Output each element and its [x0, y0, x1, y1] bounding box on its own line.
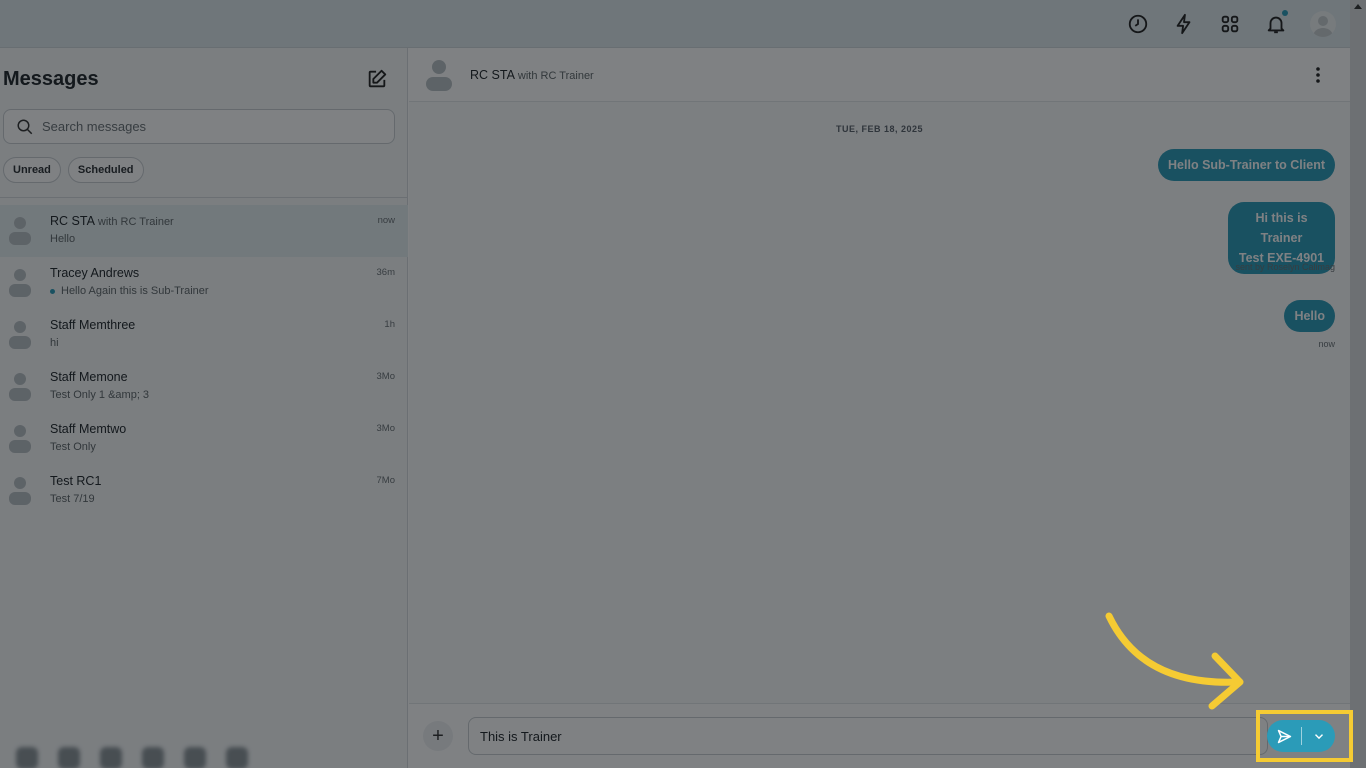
conversation-name: Tracey Andrews: [50, 266, 140, 280]
contact-avatar-icon: [9, 373, 31, 401]
contact-avatar-icon: [9, 477, 31, 505]
blurred-icon: [100, 747, 122, 768]
contact-avatar-icon: [9, 269, 31, 297]
scroll-up-arrow-icon[interactable]: [1354, 4, 1362, 9]
conversation-list: RC STA with RC Trainer Hello now Tracey A…: [0, 205, 408, 517]
lightning-icon[interactable]: [1172, 12, 1196, 36]
blurred-icon: [142, 747, 164, 768]
conversation-item[interactable]: Staff Memone Test Only 1 &amp; 3 3Mo: [0, 361, 408, 413]
conversation-time: 3Mo: [376, 371, 395, 382]
compose-icon[interactable]: [366, 68, 388, 90]
message-time: now: [1318, 339, 1335, 349]
scrollbar[interactable]: [1350, 0, 1366, 768]
conversation-name: RC STA with RC Trainer: [50, 214, 174, 228]
blurred-icon: [226, 747, 248, 768]
conversation-title: RC STA with RC Trainer: [470, 68, 594, 82]
top-icons: [1126, 0, 1336, 48]
conversation-item[interactable]: RC STA with RC Trainer Hello now: [0, 205, 408, 257]
conversation-header: RC STA with RC Trainer: [409, 48, 1350, 102]
attach-plus-button[interactable]: +: [423, 721, 453, 751]
message-meta: sent by Roselyn Calimag: [1235, 262, 1335, 272]
filter-scheduled[interactable]: Scheduled: [67, 157, 144, 183]
user-avatar[interactable]: [1310, 11, 1336, 37]
contact-avatar-icon: [9, 425, 31, 453]
conversation-preview: Hello Again this is Sub-Trainer: [50, 285, 209, 297]
blurred-icon: [16, 747, 38, 768]
blurred-icon: [58, 747, 80, 768]
blurred-toolbar: [0, 734, 262, 768]
clock-icon[interactable]: [1126, 12, 1150, 36]
chevron-down-icon: [1314, 734, 1323, 740]
search-box: [3, 109, 395, 144]
message-composer: +: [409, 703, 1350, 768]
unread-dot: [50, 288, 55, 294]
conversation-time: 3Mo: [376, 423, 395, 434]
send-icon: [1277, 729, 1291, 743]
conversation-preview-text: Hello Again this is Sub-Trainer: [61, 285, 209, 297]
conversation-name: Staff Memone: [50, 370, 128, 384]
blurred-icon: [184, 747, 206, 768]
conversation-preview: Test Only: [50, 441, 96, 453]
more-options-icon[interactable]: [1308, 65, 1328, 85]
conversation-time: now: [377, 215, 395, 226]
conversation-name: Staff Memtwo: [50, 422, 127, 436]
conversation-item[interactable]: Test RC1 Test 7/19 7Mo: [0, 465, 408, 517]
message-bubble: Hello: [1284, 300, 1335, 332]
filter-unread[interactable]: Unread: [3, 157, 61, 183]
conversation-preview: Test 7/19: [50, 493, 95, 505]
filter-chips: Unread Scheduled: [3, 157, 144, 183]
search-input[interactable]: [42, 119, 362, 134]
sidebar-divider: [0, 197, 408, 198]
top-bar: [0, 0, 1366, 48]
conversation-sidebar: Messages Unread Scheduled RC STAwith RC …: [0, 48, 408, 768]
contact-avatar-icon: [426, 60, 452, 91]
conversation-time: 36m: [376, 267, 395, 278]
contact-avatar-icon: [9, 217, 31, 245]
conversation-item[interactable]: Tracey Andrews Hello Again this is Sub-T…: [0, 257, 408, 309]
date-separator: TUE, FEB 18, 2025: [835, 124, 924, 134]
conversation-item[interactable]: Staff Memthree hi 1h: [0, 309, 408, 361]
conversation-name: Test RC1: [50, 474, 102, 488]
conversation-preview: Hello: [50, 233, 76, 245]
message-line: Hi this is Trainer: [1255, 211, 1308, 245]
send-button[interactable]: [1267, 720, 1301, 752]
message-input[interactable]: [468, 717, 1268, 755]
sidebar-title: Messages: [3, 68, 99, 90]
conversation-name: Staff Memthree: [50, 318, 136, 332]
conversation-item[interactable]: Staff Memtwo Test Only 3Mo: [0, 413, 408, 465]
message-bubble: Hello Sub-Trainer to Client: [1158, 149, 1335, 181]
send-button-group: [1267, 720, 1335, 752]
conversation-preview: hi: [50, 337, 59, 349]
conversation-time: 1h: [384, 319, 395, 330]
conversation-with: with RC Trainer: [97, 216, 174, 228]
conversation-time: 7Mo: [376, 475, 395, 486]
conversation-title-with: with RC Trainer: [517, 70, 594, 82]
search-icon: [17, 119, 33, 134]
conversation-title-name: RC STA: [470, 68, 515, 82]
bell-icon[interactable]: [1264, 10, 1288, 36]
conversation-name-text: RC STA: [50, 214, 95, 228]
notification-dot: [1282, 10, 1288, 16]
conversation-panel: RC STA with RC Trainer TUE, FEB 18, 2025 …: [409, 48, 1350, 768]
apps-grid-icon[interactable]: [1218, 12, 1242, 36]
send-options-button[interactable]: [1302, 720, 1335, 752]
conversation-preview: Test Only 1 &amp; 3: [50, 389, 150, 401]
contact-avatar-icon: [9, 321, 31, 349]
